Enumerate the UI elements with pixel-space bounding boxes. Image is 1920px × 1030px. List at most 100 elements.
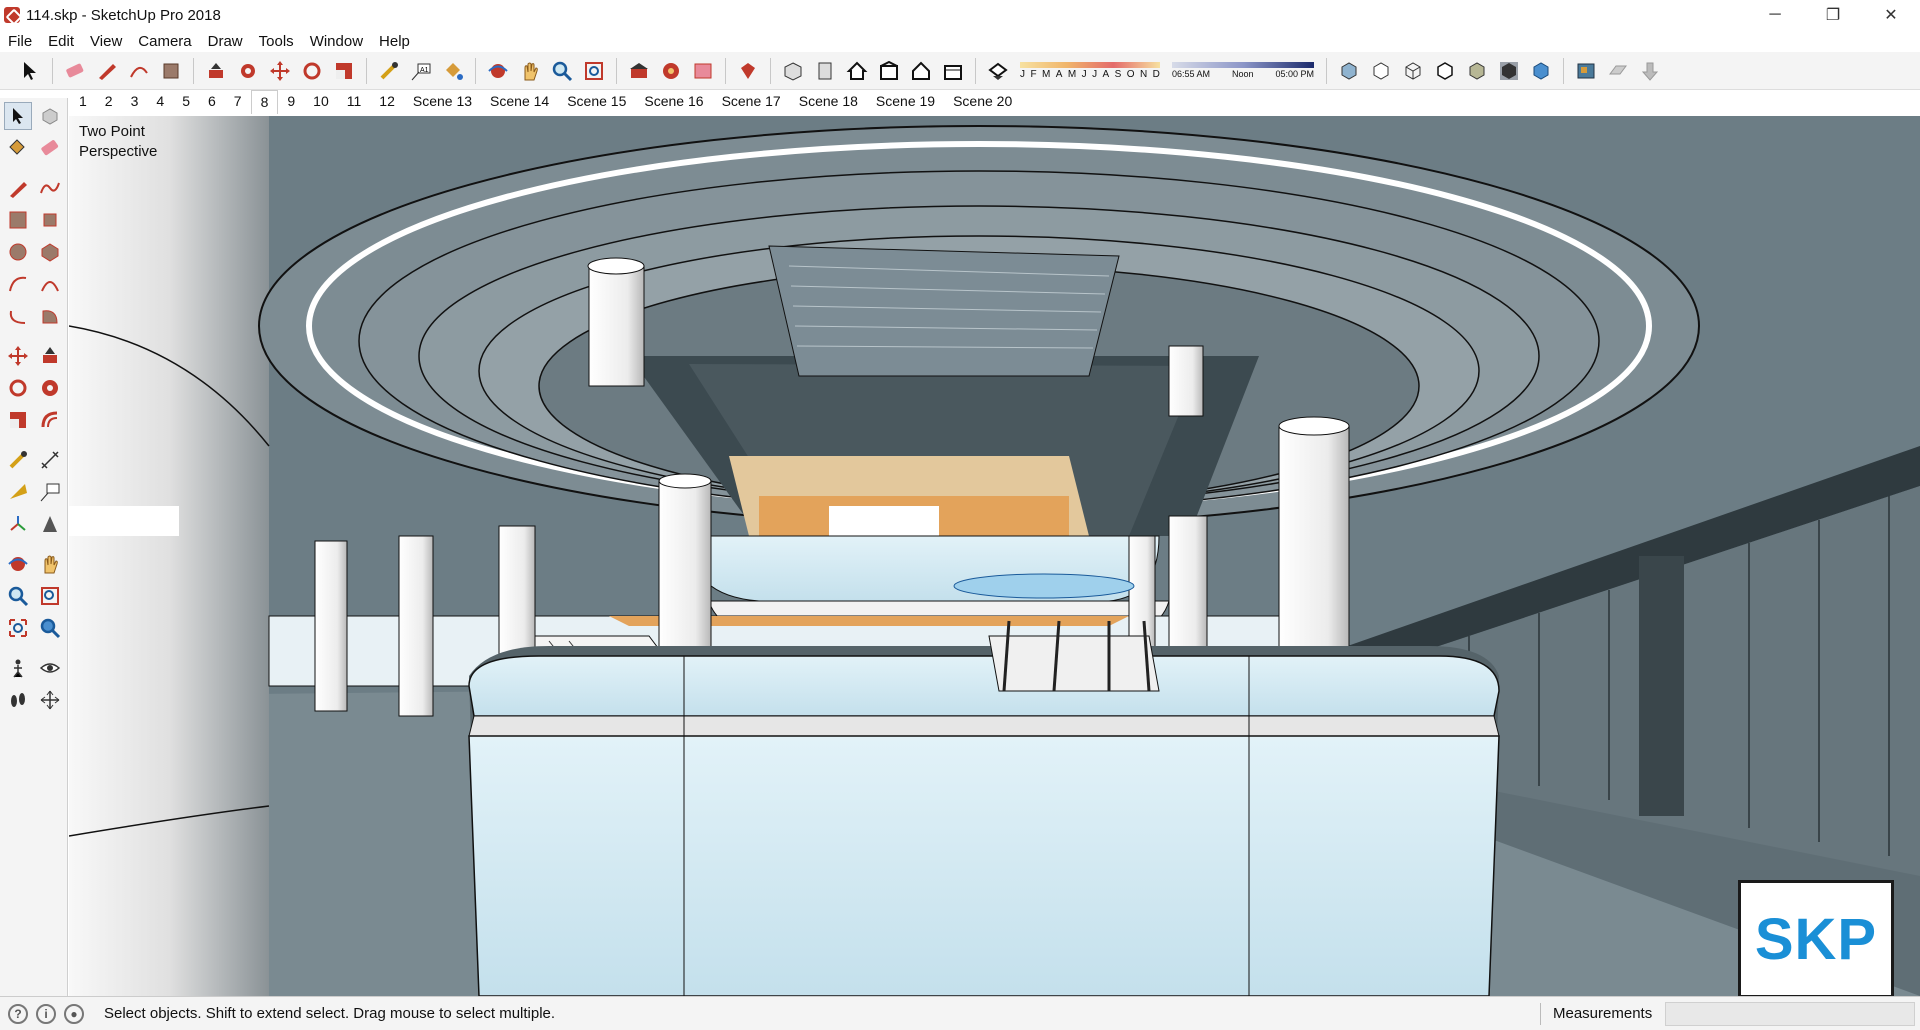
paint-bucket-tool-icon[interactable]	[4, 134, 32, 162]
scene-tab[interactable]: 3	[122, 90, 148, 114]
3d-text-tool-icon[interactable]	[36, 510, 64, 538]
front-view-icon[interactable]	[845, 59, 869, 83]
wireframe-icon[interactable]	[1401, 59, 1425, 83]
rectangle-icon[interactable]	[159, 59, 183, 83]
select-icon[interactable]	[18, 59, 42, 83]
close-button[interactable]: ✕	[1862, 0, 1920, 30]
menu-edit[interactable]: Edit	[40, 33, 82, 50]
position-camera-tool-icon[interactable]	[4, 654, 32, 682]
monochrome-icon[interactable]	[1529, 59, 1553, 83]
scene-tab[interactable]: 9	[278, 90, 304, 114]
shaded-icon[interactable]	[1465, 59, 1489, 83]
iso-view-icon[interactable]	[781, 59, 805, 83]
scene-tab-active[interactable]: 8	[250, 90, 279, 114]
freehand-tool-icon[interactable]	[36, 174, 64, 202]
shadow-time-slider[interactable]: 06:55 AM Noon 05:00 PM	[1172, 62, 1314, 79]
line-tool-icon[interactable]	[4, 174, 32, 202]
menu-window[interactable]: Window	[302, 33, 371, 50]
section-plane-icon[interactable]	[1574, 59, 1598, 83]
walk-tool-icon[interactable]	[4, 686, 32, 714]
zoom-tool-icon[interactable]	[4, 582, 32, 610]
rotate-tool-icon[interactable]	[4, 374, 32, 402]
menu-draw[interactable]: Draw	[200, 33, 251, 50]
scale-icon[interactable]	[332, 59, 356, 83]
scene-tab[interactable]: Scene 17	[713, 90, 790, 114]
scene-tab[interactable]: 11	[338, 90, 371, 114]
minimize-button[interactable]: ─	[1746, 0, 1804, 30]
shadow-month-slider[interactable]: J F M A M J J A S O N D	[1020, 61, 1160, 80]
zoom-extents-icon[interactable]	[582, 59, 606, 83]
look-around-tool-icon[interactable]	[36, 654, 64, 682]
scene-tab[interactable]: 5	[173, 90, 199, 114]
follow-me-icon[interactable]	[236, 59, 260, 83]
orbit-icon[interactable]	[486, 59, 510, 83]
tape-measure-tool-icon[interactable]	[4, 446, 32, 474]
scene-tab[interactable]: 10	[304, 90, 338, 114]
scene-tab[interactable]: Scene 14	[481, 90, 558, 114]
tape-measure-icon[interactable]	[377, 59, 401, 83]
layout-icon[interactable]	[691, 59, 715, 83]
offset-tool-icon[interactable]	[36, 406, 64, 434]
scale-tool-icon[interactable]	[4, 406, 32, 434]
menu-tools[interactable]: Tools	[251, 33, 302, 50]
scene-tab[interactable]: Scene 20	[944, 90, 1021, 114]
select-tool-icon[interactable]	[4, 102, 32, 130]
pan-icon[interactable]	[518, 59, 542, 83]
scene-tab[interactable]: Scene 19	[867, 90, 944, 114]
scene-tab[interactable]: 12	[370, 90, 404, 114]
menu-help[interactable]: Help	[371, 33, 418, 50]
extension-warehouse-icon[interactable]	[659, 59, 683, 83]
credits-icon[interactable]: i	[36, 1003, 56, 1024]
text-tool-icon[interactable]	[36, 478, 64, 506]
ruby-icon[interactable]	[736, 59, 760, 83]
pie-tool-icon[interactable]	[36, 302, 64, 330]
menu-camera[interactable]: Camera	[130, 33, 199, 50]
pencil-icon[interactable]	[95, 59, 119, 83]
scene-tab[interactable]: Scene 18	[790, 90, 867, 114]
rotate-icon[interactable]	[300, 59, 324, 83]
follow-me-tool-icon[interactable]	[36, 374, 64, 402]
hidden-line-icon[interactable]	[1433, 59, 1457, 83]
arc-icon[interactable]	[127, 59, 151, 83]
scene-tab[interactable]: 6	[199, 90, 225, 114]
arc-tool-icon[interactable]	[4, 270, 32, 298]
polygon-tool-icon[interactable]	[36, 238, 64, 266]
model-viewport[interactable]: Two Point Perspective SKP	[69, 116, 1920, 996]
right-view-icon[interactable]	[877, 59, 901, 83]
shadow-toggle-icon[interactable]	[986, 59, 1010, 83]
scene-tab[interactable]: Scene 15	[558, 90, 635, 114]
rotated-rectangle-tool-icon[interactable]	[36, 206, 64, 234]
scene-tab[interactable]: Scene 13	[404, 90, 481, 114]
orbit-tool-icon[interactable]	[4, 550, 32, 578]
section-plane-tool-icon[interactable]	[36, 686, 64, 714]
back-view-icon[interactable]	[909, 59, 933, 83]
make-component-icon[interactable]	[36, 102, 64, 130]
pan-tool-icon[interactable]	[36, 550, 64, 578]
circle-tool-icon[interactable]	[4, 238, 32, 266]
restore-button[interactable]: ❐	[1804, 0, 1862, 30]
measurements-input[interactable]	[1665, 1002, 1915, 1026]
eraser-icon[interactable]	[63, 59, 87, 83]
section-fill-icon[interactable]	[1638, 59, 1662, 83]
scene-tab[interactable]: 4	[147, 90, 173, 114]
dimension-tool-icon[interactable]	[36, 446, 64, 474]
zoom-extents-tool-icon[interactable]	[4, 614, 32, 642]
zoom-window-tool-icon[interactable]	[36, 582, 64, 610]
scene-tab[interactable]: 2	[96, 90, 122, 114]
xray-icon[interactable]	[1337, 59, 1361, 83]
move-tool-icon[interactable]	[4, 342, 32, 370]
top-view-icon[interactable]	[813, 59, 837, 83]
menu-view[interactable]: View	[82, 33, 130, 50]
scene-tab[interactable]: 1	[70, 90, 96, 114]
scene-tab[interactable]: 7	[225, 90, 251, 114]
shaded-textures-icon[interactable]	[1497, 59, 1521, 83]
section-cut-icon[interactable]	[1606, 59, 1630, 83]
previous-view-tool-icon[interactable]	[36, 614, 64, 642]
warehouse-icon[interactable]	[627, 59, 651, 83]
user-account-icon[interactable]: ●	[64, 1003, 84, 1024]
left-view-icon[interactable]	[941, 59, 965, 83]
move-icon[interactable]	[268, 59, 292, 83]
push-pull-icon[interactable]	[204, 59, 228, 83]
protractor-tool-icon[interactable]	[4, 478, 32, 506]
eraser-tool-icon[interactable]	[36, 134, 64, 162]
